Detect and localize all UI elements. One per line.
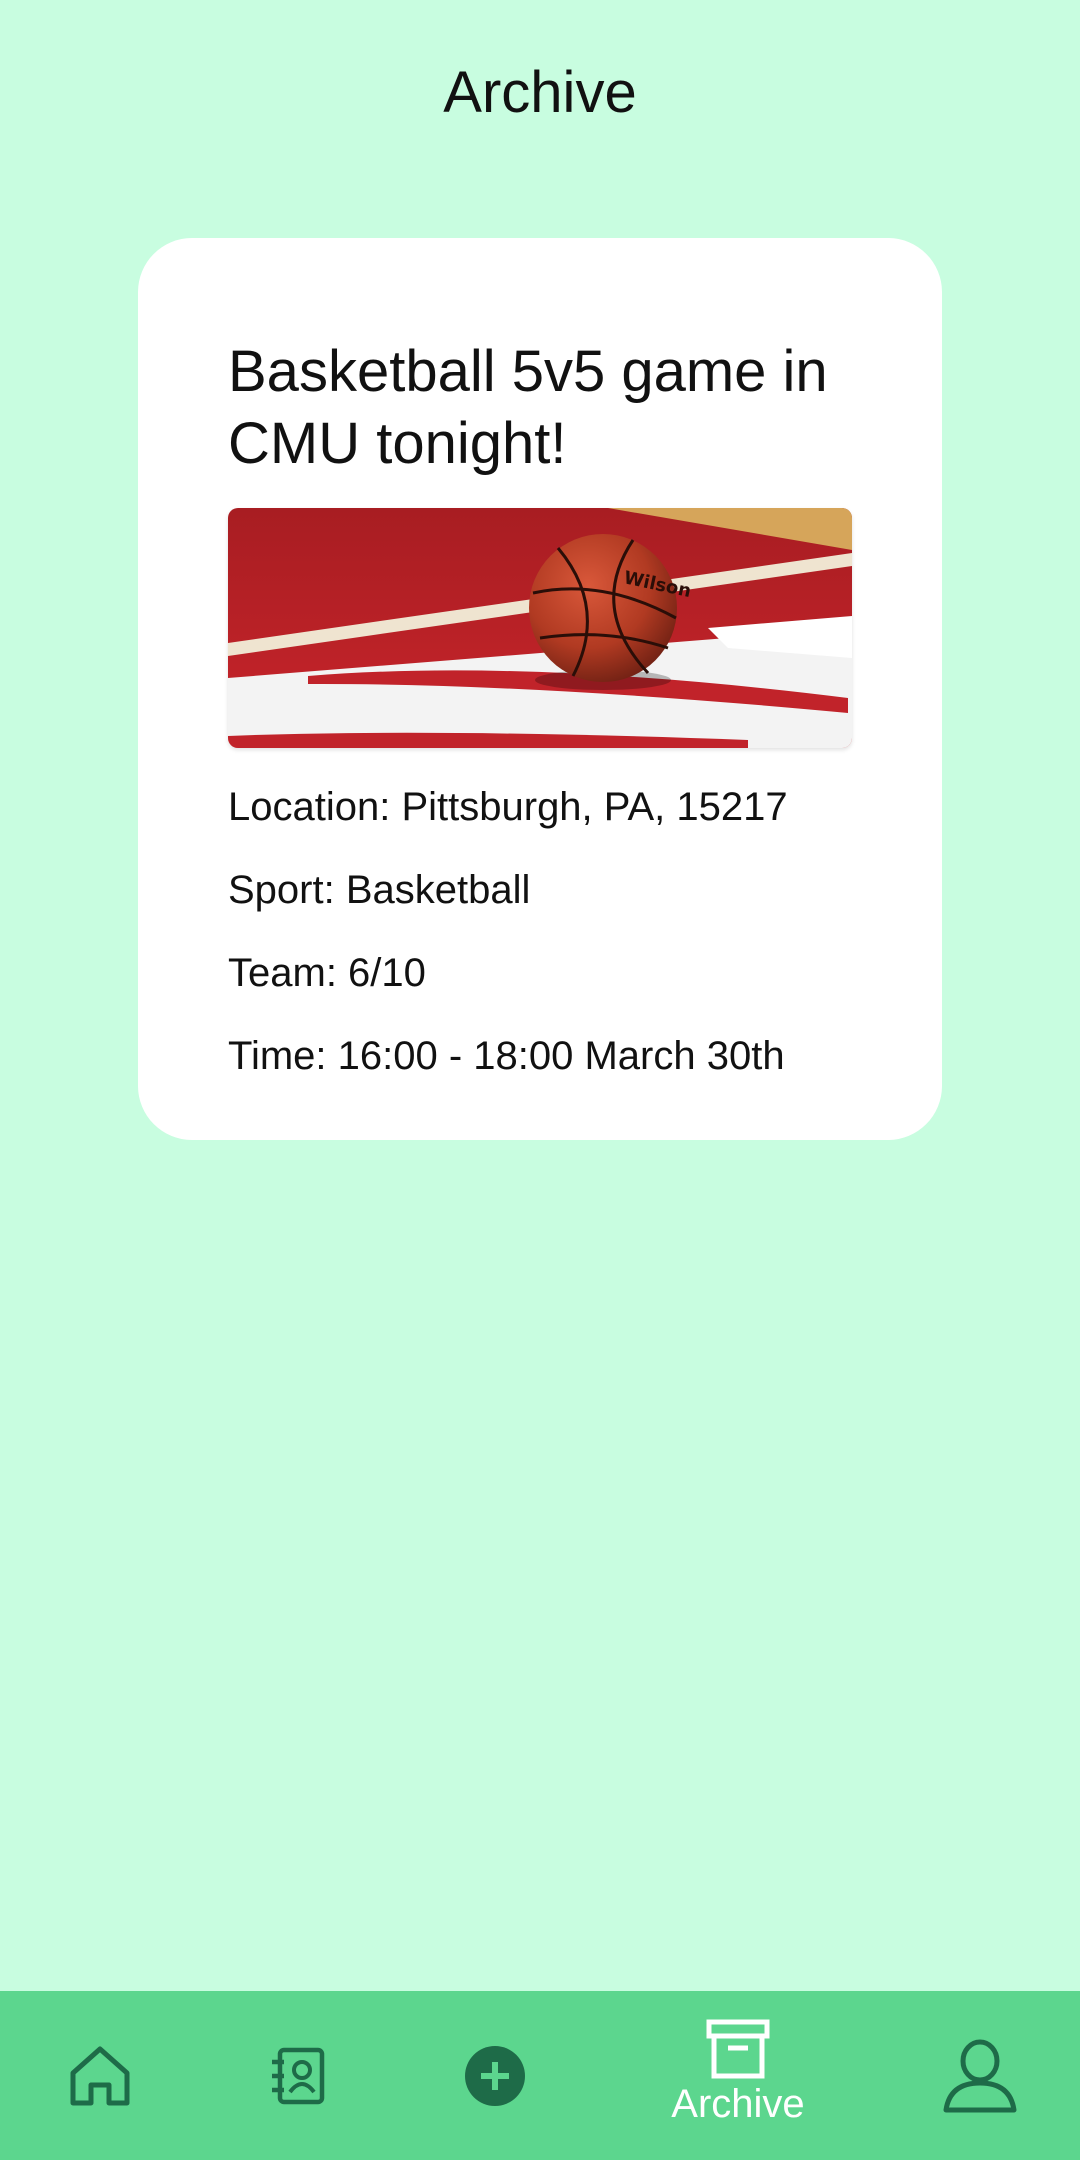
event-sport: Sport: Basketball: [228, 868, 531, 912]
add-circle-icon: [465, 2045, 525, 2106]
nav-contacts-button[interactable]: [242, 1991, 354, 2160]
nav-add-button[interactable]: [439, 1991, 551, 2160]
nav-profile-button[interactable]: [924, 1991, 1036, 2160]
nav-archive-button[interactable]: Archive: [648, 1991, 828, 2160]
event-team: Team: 6/10: [228, 951, 426, 995]
nav-archive-label: Archive: [671, 2081, 805, 2126]
page-title: Archive: [443, 60, 637, 125]
event-card[interactable]: Basketball 5v5 game in CMU tonight! Wils…: [138, 238, 942, 1140]
bottom-nav: Archive: [0, 1991, 1080, 2160]
home-icon: [67, 2043, 133, 2109]
event-time: Time: 16:00 - 18:00 March 30th: [228, 1034, 785, 1078]
event-title: Basketball 5v5 game in CMU tonight!: [228, 339, 828, 476]
basketball-court-photo: Wilson: [228, 508, 852, 748]
event-location: Location: Pittsburgh, PA, 15217: [228, 785, 788, 829]
contacts-icon: [268, 2046, 328, 2106]
nav-home-button[interactable]: [44, 1991, 156, 2160]
profile-icon: [942, 2039, 1018, 2113]
event-image: Wilson: [228, 508, 852, 748]
archive-icon: [706, 2019, 770, 2079]
